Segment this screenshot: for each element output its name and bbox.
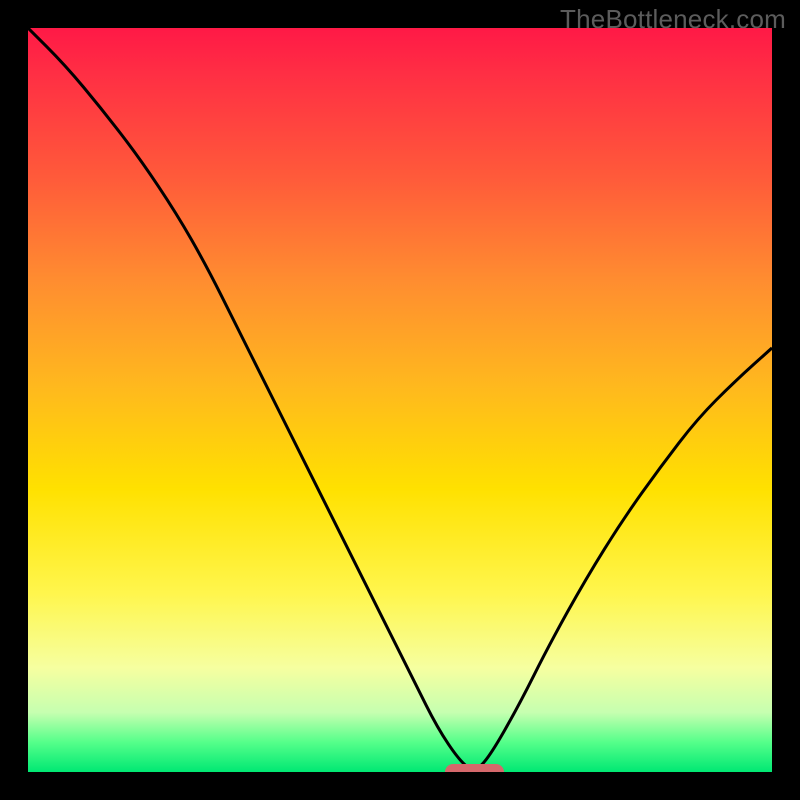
- optimal-marker: [445, 764, 505, 772]
- bottleneck-curve: [28, 28, 772, 772]
- plot-area: [28, 28, 772, 772]
- curve-path: [28, 28, 772, 769]
- chart-frame: TheBottleneck.com: [0, 0, 800, 800]
- watermark-text: TheBottleneck.com: [560, 4, 786, 35]
